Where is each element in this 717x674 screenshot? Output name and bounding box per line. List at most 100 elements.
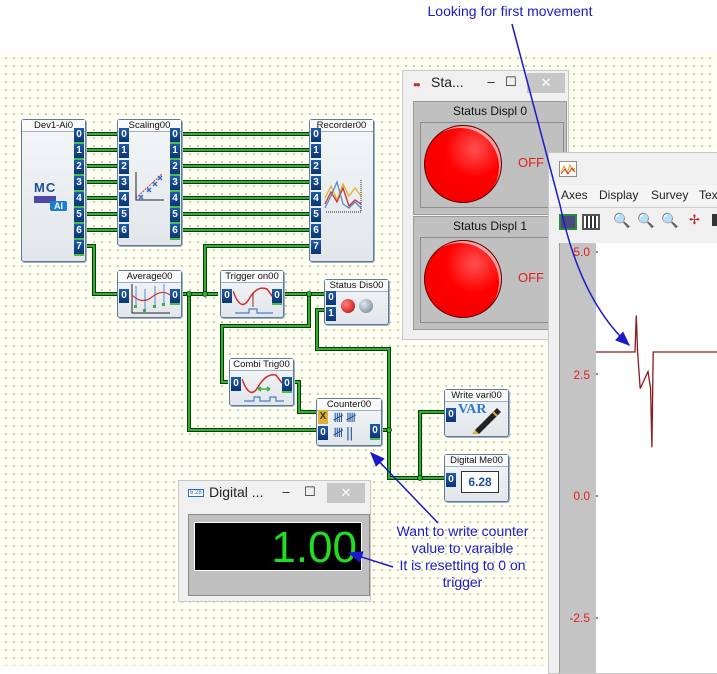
minimize-button[interactable]: – xyxy=(481,71,501,93)
status-led-0 xyxy=(424,125,502,203)
port-out-0[interactable]: 0 xyxy=(170,128,180,144)
port-out-7[interactable]: 7 xyxy=(74,240,84,256)
close-button[interactable]: ✕ xyxy=(527,73,565,93)
y-tick-label: -2.5 xyxy=(569,611,590,625)
recorder-window[interactable]: Axes Display Survey Tex 🔍 🔍 🔍 ✢ 5.0 2.5 … xyxy=(548,152,717,674)
port-in-0[interactable]: 0 xyxy=(446,408,456,422)
port-in-4[interactable]: 4 xyxy=(119,192,129,206)
block-title: Combi Trig00 xyxy=(230,359,293,371)
port-out-6[interactable]: 6 xyxy=(74,224,84,240)
recorder-plot[interactable] xyxy=(596,243,717,673)
port-out-0[interactable]: 0 xyxy=(272,289,282,305)
recorder-graph-icon xyxy=(324,180,362,213)
zoom-in-icon[interactable]: 🔍 xyxy=(613,212,630,229)
film-icon[interactable] xyxy=(582,214,600,230)
block-dev1-ai0[interactable]: Dev1-Ai0 MC AI 0 1 2 3 4 5 6 7 xyxy=(21,119,86,262)
red-led-icon xyxy=(341,299,355,313)
minimize-button[interactable]: – xyxy=(277,481,295,503)
save-icon[interactable] xyxy=(712,214,717,226)
block-scaling00[interactable]: Scaling00 0 1 2 3 4 5 6 0 1 2 3 4 5 6 xyxy=(117,119,182,246)
port-in-4[interactable]: 4 xyxy=(311,192,321,206)
block-write-vari00[interactable]: Write vari00 VAR 0 xyxy=(444,389,509,437)
port-in-5[interactable]: 5 xyxy=(311,208,321,222)
y-axis-panel: 5.0 2.5 0.0 -2.5 xyxy=(559,243,597,673)
scaling-graph-icon xyxy=(135,172,164,201)
port-out-3[interactable]: 3 xyxy=(170,176,180,192)
port-in-1[interactable]: 1 xyxy=(311,144,321,158)
port-out-3[interactable]: 3 xyxy=(74,176,84,192)
port-in-1[interactable]: 1 xyxy=(119,144,129,158)
port-in-0[interactable]: 0 xyxy=(318,426,328,440)
status-text-0: OFF xyxy=(518,155,544,170)
port-in-0[interactable]: 0 xyxy=(119,289,129,303)
block-counter00[interactable]: Counter00 𝍸 𝍸𝍸 || X 0 0 xyxy=(316,398,382,446)
close-button[interactable]: ✕ xyxy=(327,483,365,503)
port-in-0[interactable]: 0 xyxy=(222,289,232,303)
port-in-0[interactable]: 0 xyxy=(326,291,336,305)
status-text-1: OFF xyxy=(518,270,544,285)
menu-axes[interactable]: Axes xyxy=(561,188,588,202)
port-out-0[interactable]: 0 xyxy=(170,289,180,305)
port-out-0[interactable]: 0 xyxy=(74,128,84,144)
menu-text[interactable]: Tex xyxy=(699,188,717,202)
port-in-0[interactable]: 0 xyxy=(231,377,241,391)
block-status-dis00[interactable]: Status Dis00 0 1 xyxy=(324,279,389,325)
maximize-button[interactable]: ☐ xyxy=(501,71,521,93)
annotation-top: Looking for first movement xyxy=(427,3,593,19)
port-in-2[interactable]: 2 xyxy=(311,160,321,174)
menu-display[interactable]: Display xyxy=(599,188,638,202)
zoom-horizontal-icon[interactable]: 🔍 xyxy=(637,212,654,229)
menu-survey[interactable]: Survey xyxy=(651,188,688,202)
port-out-1[interactable]: 1 xyxy=(74,144,84,160)
tally-marks-icon: 𝍸 𝍸𝍸 || xyxy=(333,411,356,441)
port-out-2[interactable]: 2 xyxy=(74,160,84,176)
port-in-3[interactable]: 3 xyxy=(119,176,129,190)
status-panel-1: Status Displ 1 OFF xyxy=(413,216,567,330)
block-digital-me00[interactable]: Digital Me00 6.28 0 xyxy=(444,454,509,502)
combi-trigger-icon xyxy=(242,374,284,402)
port-out-2[interactable]: 2 xyxy=(170,160,180,176)
maximize-button[interactable]: ☐ xyxy=(301,481,319,503)
grey-led-icon xyxy=(359,299,373,313)
meter-frame: 1.00 xyxy=(188,514,370,596)
mc-ai-logo-icon: MC AI xyxy=(34,180,72,216)
block-average00[interactable]: Average00 0 0 xyxy=(117,270,182,318)
menu-bar: Axes Display Survey Tex xyxy=(549,185,717,205)
port-in-7[interactable]: 7 xyxy=(311,240,321,254)
y-tick-label: 0.0 xyxy=(573,489,590,503)
port-in-0[interactable]: 0 xyxy=(311,128,321,142)
block-combi-trig00[interactable]: Combi Trig00 0 0 xyxy=(229,358,294,406)
port-in-3[interactable]: 3 xyxy=(311,176,321,190)
port-out-0[interactable]: 0 xyxy=(370,424,380,440)
channel-icon[interactable] xyxy=(559,214,577,230)
port-in-5[interactable]: 5 xyxy=(119,208,129,222)
title-bar[interactable]: ●● Sta... – ☐ ✕ xyxy=(403,71,568,95)
meter-window-icon: 6.28 xyxy=(188,489,204,497)
port-out-1[interactable]: 1 xyxy=(170,144,180,160)
port-in-0[interactable]: 0 xyxy=(446,473,456,487)
status-display-window[interactable]: ●● Sta... – ☐ ✕ Status Displ 0 OFF Statu… xyxy=(402,70,569,340)
port-out-4[interactable]: 4 xyxy=(74,192,84,208)
port-reset-x[interactable]: X xyxy=(318,410,328,424)
status-window-icon: ●● xyxy=(413,80,421,89)
block-title: Digital Me00 xyxy=(445,455,508,467)
port-out-4[interactable]: 4 xyxy=(170,192,180,208)
port-out-5[interactable]: 5 xyxy=(170,208,180,224)
recorder-app-icon xyxy=(559,161,577,177)
digital-meter-window[interactable]: 6.28 Digital ... – ☐ ✕ 1.00 xyxy=(178,480,371,602)
title-bar[interactable]: 6.28 Digital ... – ☐ ✕ xyxy=(179,481,370,505)
port-out-5[interactable]: 5 xyxy=(74,208,84,224)
port-in-2[interactable]: 2 xyxy=(119,160,129,174)
port-in-0[interactable]: 0 xyxy=(119,128,129,142)
annotation-line: Want to write counter xyxy=(396,523,529,539)
block-recorder00[interactable]: Recorder00 0 1 2 3 4 5 6 7 xyxy=(309,119,374,262)
zoom-out-icon[interactable]: 🔍 xyxy=(661,212,678,229)
cursor-icon[interactable]: ✢ xyxy=(689,212,700,228)
port-out-0[interactable]: 0 xyxy=(282,377,292,393)
window-title: Digital ... xyxy=(209,484,264,500)
block-trigger-on00[interactable]: Trigger on00 0 0 xyxy=(220,270,284,318)
port-in-6[interactable]: 6 xyxy=(311,224,321,238)
port-in-6[interactable]: 6 xyxy=(119,224,129,238)
port-out-6[interactable]: 6 xyxy=(170,224,180,240)
port-in-1[interactable]: 1 xyxy=(326,307,336,321)
